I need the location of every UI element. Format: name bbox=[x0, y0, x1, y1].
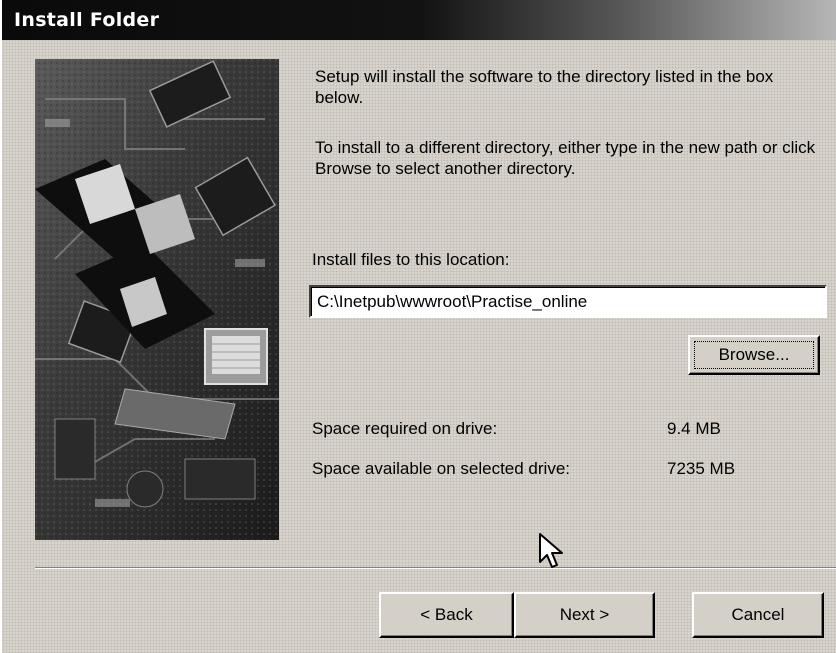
back-button[interactable]: < Back bbox=[379, 592, 514, 638]
space-required-label: Space required on drive: bbox=[312, 419, 498, 438]
next-button[interactable]: Next > bbox=[514, 592, 655, 638]
setup-decorative-image bbox=[35, 59, 279, 540]
button-separator bbox=[35, 567, 836, 569]
browse-button[interactable]: Browse... bbox=[688, 335, 820, 375]
install-folder-dialog: Install Folder Setup will install the so… bbox=[0, 0, 836, 653]
intro-text: Setup will install the software to the d… bbox=[315, 67, 774, 107]
mouse-pointer-icon bbox=[538, 532, 568, 577]
window-title: Install Folder bbox=[14, 9, 160, 31]
circuit-board-illustration bbox=[35, 59, 279, 540]
install-path-input[interactable] bbox=[309, 285, 827, 318]
install-location-label: Install files to this location: bbox=[312, 250, 510, 269]
cancel-button[interactable]: Cancel bbox=[692, 592, 824, 638]
space-available-label: Space available on selected drive: bbox=[312, 459, 570, 478]
title-bar[interactable]: Install Folder bbox=[2, 0, 836, 40]
space-available-value: 7235 MB bbox=[667, 459, 736, 478]
instruction-text: To install to a different directory, eit… bbox=[315, 138, 816, 178]
browse-button-label: Browse... bbox=[694, 341, 814, 369]
space-required-value: 9.4 MB bbox=[667, 419, 721, 438]
